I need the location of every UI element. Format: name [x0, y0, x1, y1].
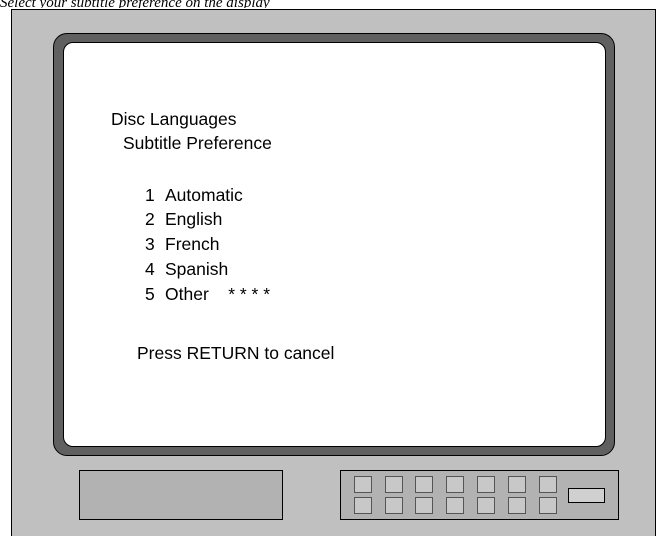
option-label: Spanish [165, 259, 229, 279]
option-number: 4 [145, 259, 155, 279]
control-button[interactable] [508, 497, 526, 514]
control-button[interactable] [477, 476, 495, 493]
control-button[interactable] [385, 497, 403, 514]
option-label: French [165, 234, 220, 254]
control-button[interactable] [354, 476, 372, 493]
control-button[interactable] [539, 497, 557, 514]
option-label: Other * * * * [165, 284, 271, 304]
option-label: Automatic [165, 185, 243, 205]
control-button[interactable] [446, 476, 464, 493]
menu-subtitle: Subtitle Preference [123, 133, 272, 153]
figure-caption: Select your subtitle preference on the d… [0, 0, 270, 8]
option-label: English [165, 209, 223, 229]
control-button[interactable] [477, 497, 495, 514]
cancel-hint: Press RETURN to cancel [137, 343, 335, 363]
control-button[interactable] [508, 476, 526, 493]
control-button[interactable] [539, 476, 557, 493]
control-button[interactable] [446, 497, 464, 514]
control-button[interactable] [415, 497, 433, 514]
option-number: 5 [145, 284, 155, 304]
control-button[interactable] [385, 476, 403, 493]
menu-title: Disc Languages [111, 109, 237, 129]
option-number: 2 [145, 209, 155, 229]
front-display-panel [79, 470, 283, 520]
control-button[interactable] [354, 497, 372, 514]
disc-slot[interactable] [568, 488, 605, 503]
control-button[interactable] [415, 476, 433, 493]
option-number: 1 [145, 185, 155, 205]
option-number: 3 [145, 234, 155, 254]
